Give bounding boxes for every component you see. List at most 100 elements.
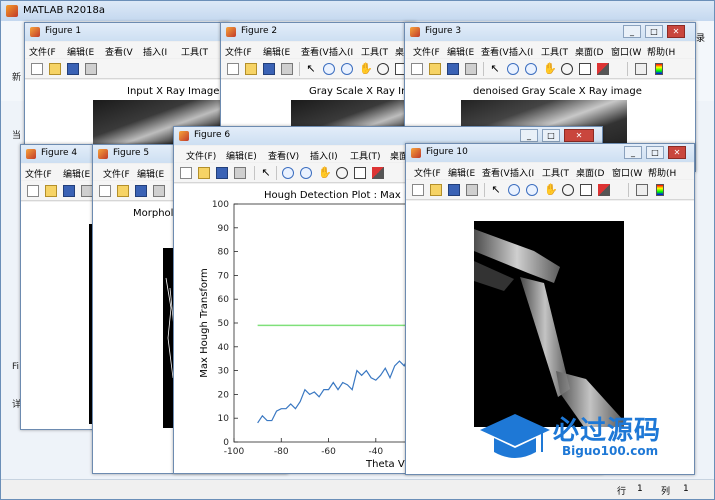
- menu-desktop[interactable]: 桌面(D: [576, 166, 604, 179]
- save-icon[interactable]: [135, 185, 147, 197]
- figure-title-bar[interactable]: Figure 10 _ □ ✕: [406, 144, 694, 162]
- menu-view[interactable]: 查看(V: [481, 45, 509, 58]
- open-file-icon[interactable]: [45, 185, 57, 197]
- rotate-3d-icon[interactable]: [562, 184, 574, 196]
- menu-view[interactable]: 查看(V: [482, 166, 510, 179]
- rotate-3d-icon[interactable]: [377, 63, 389, 75]
- figure-title-bar[interactable]: Figure 3 _ □ ✕: [405, 23, 695, 41]
- menu-edit[interactable]: 编辑(E: [137, 167, 164, 180]
- menu-file[interactable]: 文件(F: [414, 166, 441, 179]
- print-icon[interactable]: [234, 167, 246, 179]
- open-file-icon[interactable]: [198, 167, 210, 179]
- new-figure-icon[interactable]: [412, 184, 424, 196]
- menu-insert[interactable]: 插入(I: [143, 45, 167, 58]
- colorbar-icon[interactable]: [655, 63, 663, 75]
- menu-file[interactable]: 文件(F): [186, 149, 216, 162]
- open-file-icon[interactable]: [117, 185, 129, 197]
- zoom-in-icon[interactable]: [507, 63, 519, 75]
- menu-tools[interactable]: 工具(T: [181, 45, 208, 58]
- rotate-3d-icon[interactable]: [336, 167, 348, 179]
- figure-title-bar[interactable]: Figure 2: [221, 23, 415, 41]
- zoom-out-icon[interactable]: [525, 63, 537, 75]
- save-icon[interactable]: [63, 185, 75, 197]
- data-cursor-icon[interactable]: [580, 184, 592, 196]
- menu-view[interactable]: 查看(V: [301, 45, 329, 58]
- menu-help[interactable]: 帮助(H: [647, 45, 675, 58]
- legend-icon[interactable]: [636, 184, 648, 196]
- matlab-new-label[interactable]: 新: [12, 70, 21, 83]
- maximize-button[interactable]: □: [542, 129, 560, 142]
- menu-view[interactable]: 查看(V: [105, 45, 133, 58]
- new-figure-icon[interactable]: [227, 63, 239, 75]
- menu-desktop[interactable]: 桌面(D: [575, 45, 603, 58]
- close-button[interactable]: ✕: [668, 146, 686, 159]
- menu-insert[interactable]: 插入(I): [310, 149, 338, 162]
- menu-insert[interactable]: 插入(I: [329, 45, 353, 58]
- data-cursor-icon[interactable]: [354, 167, 366, 179]
- maximize-button[interactable]: □: [645, 25, 663, 38]
- zoom-in-icon[interactable]: [323, 63, 335, 75]
- save-icon[interactable]: [263, 63, 275, 75]
- menu-edit[interactable]: 编辑(E: [448, 166, 475, 179]
- menu-insert[interactable]: 插入(I: [510, 166, 534, 179]
- menu-tools[interactable]: 工具(T: [361, 45, 388, 58]
- brush-icon[interactable]: [598, 184, 610, 196]
- menu-file[interactable]: 文件(F: [25, 167, 52, 180]
- menu-insert[interactable]: 插入(I: [509, 45, 533, 58]
- brush-icon[interactable]: [372, 167, 384, 179]
- data-cursor-icon[interactable]: [579, 63, 591, 75]
- brush-icon[interactable]: [597, 63, 609, 75]
- colorbar-icon[interactable]: [656, 184, 664, 196]
- zoom-out-icon[interactable]: [526, 184, 538, 196]
- menu-tools[interactable]: 工具(T: [542, 166, 569, 179]
- pan-hand-icon[interactable]: ✋: [359, 63, 373, 75]
- zoom-out-icon[interactable]: [300, 167, 312, 179]
- new-figure-icon[interactable]: [31, 63, 43, 75]
- print-icon[interactable]: [465, 63, 477, 75]
- new-figure-icon[interactable]: [99, 185, 111, 197]
- close-button[interactable]: ✕: [564, 129, 594, 142]
- pan-hand-icon[interactable]: ✋: [543, 63, 557, 75]
- minimize-button[interactable]: _: [623, 25, 641, 38]
- menu-edit[interactable]: 编辑(E: [63, 167, 90, 180]
- new-figure-icon[interactable]: [27, 185, 39, 197]
- select-arrow-icon[interactable]: ↖: [490, 184, 502, 196]
- select-arrow-icon[interactable]: ↖: [305, 63, 317, 75]
- menu-window[interactable]: 窗口(W: [611, 45, 641, 58]
- figure-title-bar[interactable]: Figure 1: [25, 23, 229, 41]
- menu-file[interactable]: 文件(F: [29, 45, 56, 58]
- new-figure-icon[interactable]: [180, 167, 192, 179]
- rotate-3d-icon[interactable]: [561, 63, 573, 75]
- zoom-out-icon[interactable]: [341, 63, 353, 75]
- matlab-login-label[interactable]: 录: [696, 31, 705, 44]
- open-file-icon[interactable]: [430, 184, 442, 196]
- print-icon[interactable]: [466, 184, 478, 196]
- menu-tools[interactable]: 工具(T): [350, 149, 381, 162]
- close-button[interactable]: ✕: [667, 25, 685, 38]
- pan-hand-icon[interactable]: ✋: [544, 184, 558, 196]
- menu-file[interactable]: 文件(F: [413, 45, 440, 58]
- zoom-in-icon[interactable]: [508, 184, 520, 196]
- print-icon[interactable]: [153, 185, 165, 197]
- menu-help[interactable]: 帮助(H: [648, 166, 676, 179]
- menu-edit[interactable]: 编辑(E): [226, 149, 257, 162]
- menu-file[interactable]: 文件(F: [225, 45, 252, 58]
- menu-window[interactable]: 窗口(W: [612, 166, 642, 179]
- menu-edit[interactable]: 编辑(E: [263, 45, 290, 58]
- zoom-in-icon[interactable]: [282, 167, 294, 179]
- open-file-icon[interactable]: [49, 63, 61, 75]
- pan-hand-icon[interactable]: ✋: [318, 167, 332, 179]
- print-icon[interactable]: [85, 63, 97, 75]
- save-icon[interactable]: [448, 184, 460, 196]
- menu-edit[interactable]: 编辑(E: [67, 45, 94, 58]
- legend-icon[interactable]: [635, 63, 647, 75]
- minimize-button[interactable]: _: [624, 146, 642, 159]
- new-figure-icon[interactable]: [411, 63, 423, 75]
- maximize-button[interactable]: □: [646, 146, 664, 159]
- menu-tools[interactable]: 工具(T: [541, 45, 568, 58]
- open-file-icon[interactable]: [429, 63, 441, 75]
- open-file-icon[interactable]: [245, 63, 257, 75]
- save-icon[interactable]: [447, 63, 459, 75]
- menu-file[interactable]: 文件(F: [103, 167, 130, 180]
- print-icon[interactable]: [281, 63, 293, 75]
